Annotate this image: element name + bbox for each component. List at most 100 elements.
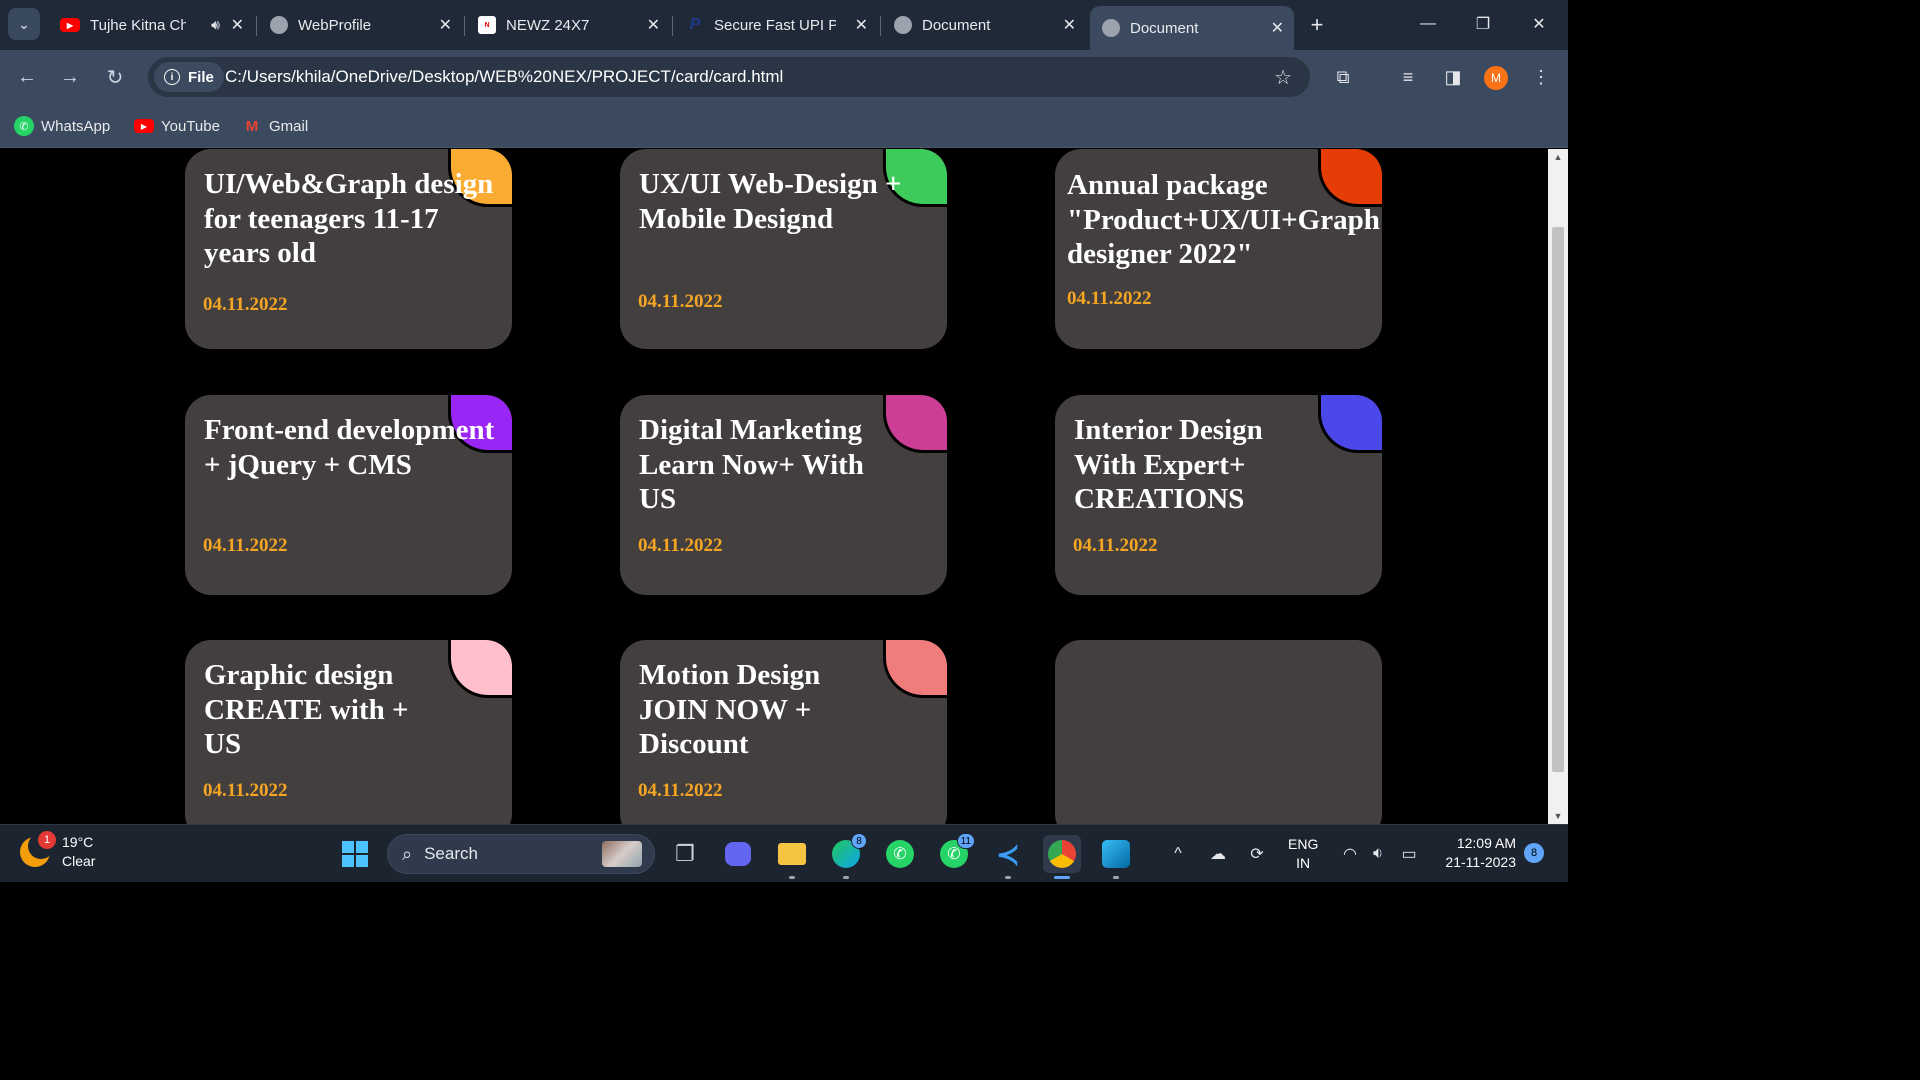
close-icon[interactable]: ✕ [1063, 15, 1076, 35]
card-title: UI/Web&Graph design for teenagers 11-17 … [204, 168, 494, 269]
card-date: 04.11.2022 [638, 780, 723, 801]
chevron-down-icon: ⌄ [18, 15, 30, 32]
chrome-button[interactable] [1043, 835, 1081, 879]
bookmark-youtube[interactable]: ▶ YouTube [134, 114, 220, 138]
file-explorer-button[interactable] [773, 835, 811, 879]
wifi-icon[interactable]: ◠ [1338, 835, 1362, 873]
back-button[interactable]: ← [13, 63, 41, 91]
close-window-button[interactable]: ✕ [1517, 8, 1561, 40]
page-scrollbar[interactable]: ▲ ▼ [1548, 149, 1568, 824]
start-button[interactable] [336, 835, 374, 873]
tab-webprofile[interactable]: WebProfile ✕ [258, 6, 462, 44]
site-info-chip[interactable]: i File [154, 62, 224, 92]
card-date: 04.11.2022 [203, 294, 288, 315]
bookmark-label: WhatsApp [41, 117, 111, 135]
whatsapp-button[interactable]: ✆ [881, 835, 919, 873]
edge-button[interactable]: 8 [827, 833, 867, 879]
tab-search-button[interactable]: ⌄ [8, 8, 40, 40]
course-card[interactable]: Interior Design With Expert+ CREATIONS 0… [1055, 395, 1382, 595]
address-bar[interactable]: i File C:/Users/khila/OneDrive/Desktop/W… [148, 57, 1310, 97]
chevron-up-icon[interactable]: ^ [1168, 835, 1188, 873]
bookmark-label: YouTube [161, 117, 220, 135]
whatsapp-button-2[interactable]: ✆ 11 [935, 833, 975, 873]
volume-icon[interactable]: 🔉︎ [1366, 835, 1390, 873]
reload-icon: ↻ [106, 66, 124, 89]
minimize-button[interactable]: — [1406, 8, 1450, 40]
speaker-icon[interactable]: 🔊︎ [211, 17, 220, 34]
profile-avatar[interactable]: M [1484, 66, 1508, 90]
teams-icon [725, 842, 751, 866]
restore-button[interactable]: ❐ [1461, 8, 1505, 40]
clock-date: 21-11-2023 [1445, 854, 1516, 870]
globe-icon [270, 16, 288, 34]
tab-youtube[interactable]: ▶ Tujhe Kitna Ch 🔊︎ ✕ [48, 6, 254, 44]
search-icon: ⌕ [402, 843, 413, 864]
language-indicator[interactable]: ENG IN [1288, 835, 1318, 873]
bookmark-star-icon[interactable]: ☆ [1274, 65, 1292, 90]
taskbar-clock[interactable]: 12:09 AM 21-11-2023 [1436, 834, 1516, 872]
plus-icon: + [1310, 12, 1324, 37]
youtube-icon: ▶ [134, 119, 154, 133]
windows-taskbar: 1 19°C Clear ⌕ Search ❐ 8 ✆ ✆ 11 ≺ ^ ☁ ⟳… [0, 824, 1568, 882]
tab-separator [464, 16, 465, 36]
course-card-empty[interactable] [1055, 640, 1382, 824]
url-text[interactable]: C:/Users/khila/OneDrive/Desktop/WEB%20NE… [225, 67, 783, 87]
task-view-button[interactable]: ❐ [666, 835, 704, 873]
course-card[interactable]: Annual package "Product+UX/UI+Graph desi… [1055, 149, 1382, 349]
media-control-icon[interactable]: ≡ [1395, 64, 1421, 90]
arrow-right-icon: → [60, 65, 80, 88]
windows-icon [342, 841, 368, 867]
course-card[interactable]: Front-end development + jQuery + CMS 04.… [185, 395, 512, 595]
tab-separator [672, 16, 673, 36]
tab-upi[interactable]: P Secure Fast UPI Pa ✕ [674, 6, 878, 44]
sync-icon[interactable]: ⟳ [1244, 835, 1270, 873]
card-date: 04.11.2022 [203, 780, 288, 801]
card-title: Annual package "Product+UX/UI+Graph desi… [1067, 169, 1380, 270]
scroll-down-icon[interactable]: ▼ [1548, 808, 1568, 824]
vscode-button[interactable]: ≺ [989, 835, 1027, 879]
tab-separator [880, 16, 881, 36]
tab-newz[interactable]: N NEWZ 24X7 ✕ [466, 6, 670, 44]
tab-title: Tujhe Kitna Ch [90, 16, 186, 34]
close-icon[interactable]: ✕ [439, 15, 452, 35]
reload-button[interactable]: ↻ [101, 63, 129, 91]
card-title: Graphic design CREATE with + US [204, 659, 409, 760]
tab-separator [256, 16, 257, 36]
bookmark-whatsapp[interactable]: ✆ WhatsApp [14, 114, 110, 138]
course-card[interactable]: Motion Design JOIN NOW + Discount 04.11.… [620, 640, 947, 824]
close-icon[interactable]: ✕ [1271, 18, 1284, 38]
menu-icon[interactable]: ⋮ [1528, 64, 1554, 90]
course-card[interactable]: Digital Marketing Learn Now+ With US 04.… [620, 395, 947, 595]
close-icon[interactable]: ✕ [855, 15, 868, 35]
tab-document-active[interactable]: Document ✕ [1090, 6, 1294, 50]
file-explorer-icon [778, 843, 806, 865]
close-icon[interactable]: ✕ [647, 15, 660, 35]
extensions-icon[interactable]: ⧉ [1330, 64, 1356, 90]
notification-center-badge[interactable]: 8 [1524, 843, 1544, 863]
weather-temperature: 19°C [62, 834, 94, 850]
battery-icon[interactable]: ▭ [1396, 835, 1422, 873]
teams-button[interactable] [719, 835, 757, 873]
bookmark-gmail[interactable]: M Gmail [242, 114, 308, 138]
scrollbar-thumb[interactable] [1552, 227, 1564, 772]
tab-document[interactable]: Document ✕ [882, 6, 1086, 44]
photos-button[interactable] [1097, 835, 1135, 879]
side-panel-icon[interactable]: ◨ [1440, 64, 1466, 90]
close-icon[interactable]: ✕ [231, 15, 244, 35]
youtube-icon: ▶ [60, 18, 80, 32]
forward-button[interactable]: → [56, 63, 84, 91]
taskbar-search[interactable]: ⌕ Search [387, 834, 655, 874]
card-corner-accent [883, 395, 947, 453]
course-card[interactable]: Graphic design CREATE with + US 04.11.20… [185, 640, 512, 824]
course-card[interactable]: UX/UI Web-Design + Mobile Designd 04.11.… [620, 149, 947, 349]
card-date: 04.11.2022 [1073, 535, 1158, 556]
task-view-icon: ❐ [675, 841, 695, 866]
cloud-icon[interactable]: ☁ [1204, 835, 1232, 873]
weather-widget[interactable]: 1 19°C Clear [20, 831, 95, 871]
browser-toolbar: ← → ↻ i File C:/Users/khila/OneDrive/Des… [0, 50, 1568, 104]
scroll-up-icon[interactable]: ▲ [1548, 149, 1568, 165]
vscode-icon: ≺ [996, 838, 1020, 870]
tab-title: NEWZ 24X7 [506, 16, 590, 34]
new-tab-button[interactable]: + [1302, 10, 1332, 40]
course-card[interactable]: UI/Web&Graph design for teenagers 11-17 … [185, 149, 512, 349]
